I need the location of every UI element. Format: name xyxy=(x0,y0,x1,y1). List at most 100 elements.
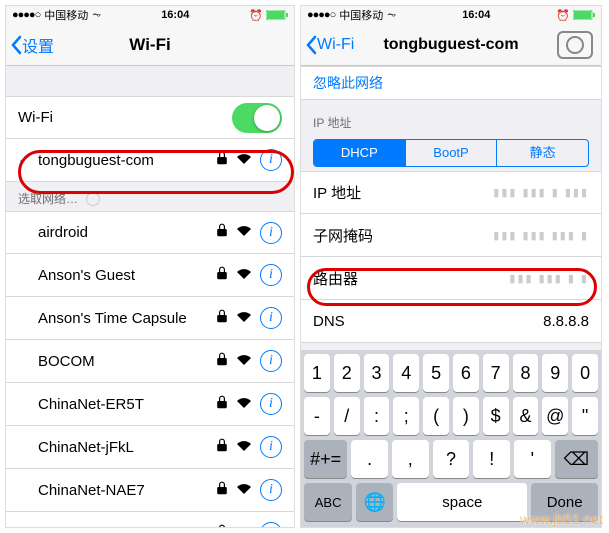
network-row[interactable]: BOCOM i xyxy=(6,340,294,383)
lock-icon xyxy=(216,266,228,284)
key[interactable]: . xyxy=(351,440,388,478)
mask-value: ▮▮▮ ▮▮▮ ▮▮▮ ▮ xyxy=(493,229,589,242)
network-row[interactable]: Anson's Guest i xyxy=(6,254,294,297)
wifi-strength-icon xyxy=(236,396,252,413)
lock-icon xyxy=(216,309,228,327)
ip-value: ▮▮▮ ▮▮▮ ▮ ▮▮▮ xyxy=(493,186,589,199)
subnet-mask-row[interactable]: 子网掩码 ▮▮▮ ▮▮▮ ▮▮▮ ▮ xyxy=(301,214,601,257)
key[interactable]: 1 xyxy=(304,354,330,392)
seg-bootp[interactable]: BootP xyxy=(405,140,497,166)
info-button[interactable]: i xyxy=(260,436,282,458)
network-name: Anson's Guest xyxy=(38,267,216,284)
network-name: BOCOM xyxy=(38,353,216,370)
key[interactable]: ( xyxy=(423,397,449,435)
wifi-strength-icon xyxy=(236,224,252,241)
wifi-toggle-label: Wi-Fi xyxy=(18,109,232,126)
wifi-strength-icon xyxy=(236,525,252,529)
chevron-left-icon xyxy=(10,35,22,55)
connected-network-row[interactable]: ✓ tongbuguest-com i xyxy=(6,139,294,182)
network-name: Anson's Time Capsule xyxy=(38,310,216,327)
network-name: ChinaNet-NAE7 xyxy=(38,482,216,499)
clock: 16:04 xyxy=(396,9,556,21)
dns-value: 8.8.8.8 xyxy=(543,313,589,330)
wifi-strength-icon xyxy=(236,439,252,456)
key[interactable]: 6 xyxy=(453,354,479,392)
wifi-toggle[interactable] xyxy=(232,103,282,133)
network-row[interactable]: ChinaNet-jFkLi xyxy=(6,426,294,469)
wifi-strength-icon xyxy=(236,353,252,370)
carrier-label: 中国移动 xyxy=(339,7,383,23)
lock-icon xyxy=(216,395,228,413)
seg-static[interactable]: 静态 xyxy=(496,140,588,166)
key[interactable]: ' xyxy=(514,440,551,478)
ip-address-row[interactable]: IP 地址 ▮▮▮ ▮▮▮ ▮ ▮▮▮ xyxy=(301,171,601,214)
wifi-list-screen: ●●●●○ 中国移动 ⏦ 16:04 ⏰ 设置 Wi-Fi Wi-Fi ✓ to… xyxy=(5,5,295,528)
lock-icon xyxy=(216,481,228,499)
network-row[interactable]: Anson's Time Capsule i xyxy=(6,297,294,340)
key-space[interactable]: space xyxy=(397,483,527,521)
camera-icon[interactable] xyxy=(557,31,593,59)
network-row[interactable]: airdroid i xyxy=(6,211,294,254)
router-row[interactable]: 路由器 ▮▮▮ ▮▮▮ ▮ ▮ xyxy=(301,257,601,300)
key[interactable]: 3 xyxy=(364,354,390,392)
key[interactable]: " xyxy=(572,397,598,435)
key[interactable]: / xyxy=(334,397,360,435)
info-button[interactable]: i xyxy=(260,149,282,171)
network-row[interactable]: ChinaNet-NAE7 i xyxy=(6,469,294,512)
info-button[interactable]: i xyxy=(260,479,282,501)
lock-icon xyxy=(216,151,228,169)
key[interactable]: $ xyxy=(483,397,509,435)
clock: 16:04 xyxy=(101,9,249,21)
key[interactable]: @ xyxy=(542,397,568,435)
chevron-left-icon xyxy=(305,35,317,55)
network-row[interactable]: ChinaNet-s7Tu i xyxy=(6,512,294,528)
status-bar: ●●●●○ 中国移动 ⏦ 16:04 ⏰ xyxy=(301,6,601,24)
wifi-detail-screen: ●●●●○ 中国移动 ⏦ 16:04 ⏰ Wi-Fi tongbuguest-c… xyxy=(300,5,602,528)
key[interactable]: ? xyxy=(433,440,470,478)
battery-icon: ⏰ xyxy=(249,9,288,22)
info-button[interactable]: i xyxy=(260,307,282,329)
key[interactable]: 4 xyxy=(393,354,419,392)
key-abc[interactable]: ABC xyxy=(304,483,352,521)
keyboard: 1234567890 -/:;()$&@" #+= .,?!' ⌫ ABC 🌐 … xyxy=(301,350,601,527)
key[interactable]: ) xyxy=(453,397,479,435)
key[interactable]: 8 xyxy=(513,354,539,392)
key[interactable]: 0 xyxy=(572,354,598,392)
network-name: airdroid xyxy=(38,224,216,241)
key[interactable]: 5 xyxy=(423,354,449,392)
back-button[interactable]: 设置 xyxy=(6,33,54,57)
key[interactable]: 9 xyxy=(542,354,568,392)
wifi-icon: ⏦ xyxy=(387,9,396,22)
info-button[interactable]: i xyxy=(260,264,282,286)
network-name: ChinaNet-ER5T xyxy=(38,396,216,413)
info-button[interactable]: i xyxy=(260,522,282,528)
key[interactable]: , xyxy=(392,440,429,478)
wifi-strength-icon xyxy=(236,267,252,284)
key[interactable]: : xyxy=(364,397,390,435)
network-row[interactable]: ChinaNet-ER5T i xyxy=(6,383,294,426)
key[interactable]: 7 xyxy=(483,354,509,392)
lock-icon xyxy=(216,223,228,241)
spinner-icon xyxy=(86,192,100,206)
key-globe[interactable]: 🌐 xyxy=(356,483,393,521)
checkmark-icon: ✓ xyxy=(18,150,38,170)
key[interactable]: & xyxy=(513,397,539,435)
key-backspace[interactable]: ⌫ xyxy=(555,440,598,478)
network-name: ChinaNet-s7Tu xyxy=(38,525,216,529)
forget-network-row[interactable]: 忽略此网络 xyxy=(301,66,601,100)
key-symbols[interactable]: #+= xyxy=(304,440,347,478)
key[interactable]: - xyxy=(304,397,330,435)
info-button[interactable]: i xyxy=(260,222,282,244)
key[interactable]: 2 xyxy=(334,354,360,392)
dns-row[interactable]: DNS 8.8.8.8 xyxy=(301,300,601,343)
seg-dhcp[interactable]: DHCP xyxy=(314,140,405,166)
ip-section-header: IP 地址 xyxy=(301,100,601,135)
watermark: www.jb51.net xyxy=(520,511,603,527)
info-button[interactable]: i xyxy=(260,393,282,415)
info-button[interactable]: i xyxy=(260,350,282,372)
router-value: ▮▮▮ ▮▮▮ ▮ ▮ xyxy=(509,272,589,285)
key[interactable]: ! xyxy=(473,440,510,478)
choose-network-header: 选取网络… xyxy=(6,182,294,211)
back-button[interactable]: Wi-Fi xyxy=(301,35,354,55)
key[interactable]: ; xyxy=(393,397,419,435)
